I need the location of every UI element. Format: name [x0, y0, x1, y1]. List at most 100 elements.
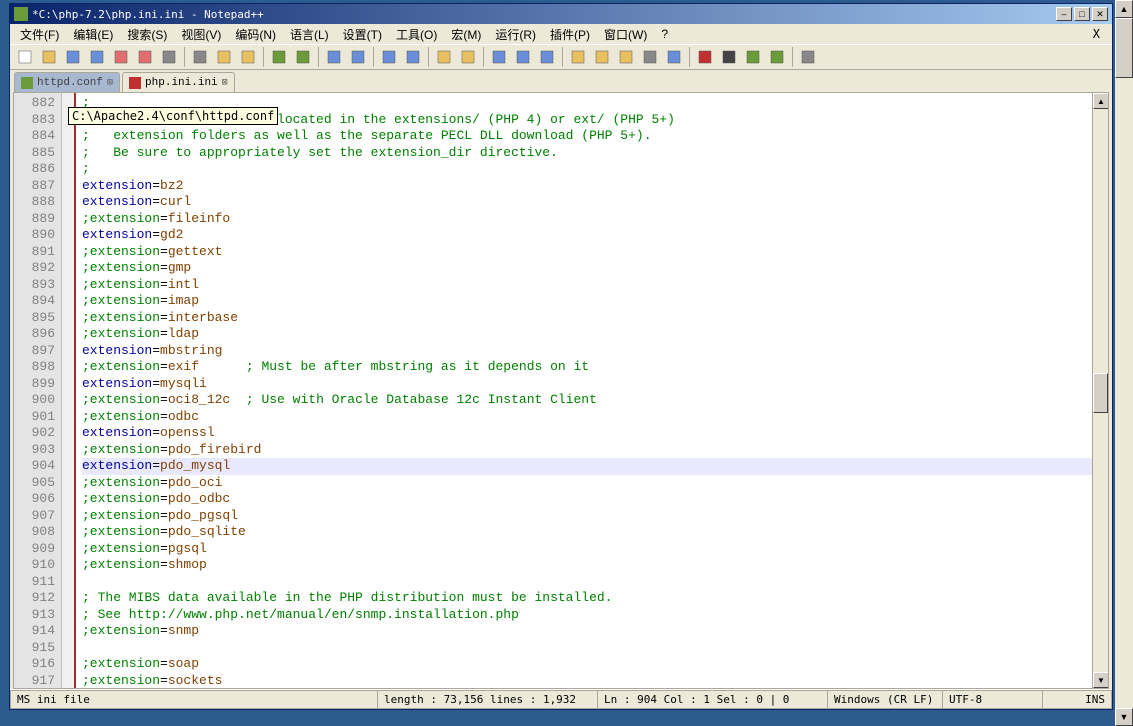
redo-button[interactable] — [292, 46, 314, 68]
code-line[interactable]: ;extension=pdo_oci — [82, 475, 1102, 492]
code-line[interactable]: ;extension=snmp — [82, 623, 1102, 640]
code-line[interactable]: extension=mysqli — [82, 376, 1102, 393]
line-number[interactable]: 917 — [14, 673, 61, 690]
line-number[interactable]: 913 — [14, 607, 61, 624]
stop-button[interactable] — [718, 46, 740, 68]
code-line[interactable]: ; extension folders as well as the separ… — [82, 128, 1102, 145]
code-line[interactable]: extension=bz2 — [82, 178, 1102, 195]
replace-button[interactable] — [347, 46, 369, 68]
paste-button[interactable] — [237, 46, 259, 68]
code-line[interactable]: ;extension=sockets — [82, 673, 1102, 690]
line-number[interactable]: 901 — [14, 409, 61, 426]
code-line[interactable]: ; — [82, 161, 1102, 178]
code-line[interactable]: ;extension=odbc — [82, 409, 1102, 426]
menu-edit[interactable]: 编辑(E) — [67, 24, 119, 45]
maximize-button[interactable]: □ — [1074, 7, 1090, 21]
line-number[interactable]: 888 — [14, 194, 61, 211]
line-number[interactable]: 890 — [14, 227, 61, 244]
line-number[interactable]: 889 — [14, 211, 61, 228]
line-number-gutter[interactable]: 8828838848858868878888898908918928938948… — [14, 93, 62, 688]
code-line[interactable] — [82, 640, 1102, 657]
sync-h-button[interactable] — [457, 46, 479, 68]
code-line[interactable]: ;extension=soap — [82, 656, 1102, 673]
menu-view[interactable]: 视图(V) — [175, 24, 227, 45]
code-line[interactable]: extension=pdo_mysql — [82, 458, 1102, 475]
menu-language[interactable]: 语言(L) — [284, 24, 335, 45]
tab-close-icon[interactable]: ⊠ — [222, 77, 228, 89]
code-editor[interactable]: ; re located in the extensions/ (PHP 4) … — [76, 93, 1108, 688]
code-line[interactable]: ;extension=fileinfo — [82, 211, 1102, 228]
open-button[interactable] — [38, 46, 60, 68]
find-button[interactable] — [323, 46, 345, 68]
line-number[interactable]: 893 — [14, 277, 61, 294]
menu-plugins[interactable]: 插件(P) — [544, 24, 596, 45]
undo-button[interactable] — [268, 46, 290, 68]
line-number[interactable]: 915 — [14, 640, 61, 657]
status-ins[interactable]: INS — [1043, 690, 1112, 709]
line-number[interactable]: 912 — [14, 590, 61, 607]
zoom-in-button[interactable] — [378, 46, 400, 68]
code-line[interactable]: ;extension=ldap — [82, 326, 1102, 343]
scroll-up-button[interactable]: ▲ — [1093, 93, 1109, 109]
code-line[interactable]: extension=gd2 — [82, 227, 1102, 244]
line-number[interactable]: 899 — [14, 376, 61, 393]
code-line[interactable]: extension=openssl — [82, 425, 1102, 442]
code-line[interactable]: ;extension=pdo_sqlite — [82, 524, 1102, 541]
menu-window[interactable]: 窗口(W) — [598, 24, 653, 45]
wrap-button[interactable] — [488, 46, 510, 68]
line-number[interactable]: 907 — [14, 508, 61, 525]
code-line[interactable]: ;extension=intl — [82, 277, 1102, 294]
code-line[interactable] — [82, 574, 1102, 591]
menu-settings[interactable]: 设置(T) — [337, 24, 388, 45]
line-number[interactable]: 883 — [14, 112, 61, 129]
minimize-button[interactable]: – — [1056, 7, 1072, 21]
line-number[interactable]: 910 — [14, 557, 61, 574]
menu-run[interactable]: 运行(R) — [489, 24, 542, 45]
print-button[interactable] — [158, 46, 180, 68]
code-line[interactable]: ;extension=pdo_firebird — [82, 442, 1102, 459]
menu-help[interactable]: ? — [655, 25, 674, 43]
menu-tools[interactable]: 工具(O) — [390, 24, 443, 45]
code-line[interactable]: ;extension=gmp — [82, 260, 1102, 277]
code-line[interactable]: ;extension=oci8_12c ; Use with Oracle Da… — [82, 392, 1102, 409]
scroll-down-button[interactable]: ▼ — [1093, 672, 1109, 688]
line-number[interactable]: 906 — [14, 491, 61, 508]
desktop-scroll-up[interactable]: ▲ — [1115, 0, 1133, 18]
fold-margin[interactable] — [62, 93, 76, 688]
code-line[interactable]: ;extension=pgsql — [82, 541, 1102, 558]
code-line[interactable]: extension=curl — [82, 194, 1102, 211]
line-number[interactable]: 882 — [14, 95, 61, 112]
line-number[interactable]: 911 — [14, 574, 61, 591]
line-number[interactable]: 886 — [14, 161, 61, 178]
code-line[interactable]: ;extension=shmop — [82, 557, 1102, 574]
collapse-button[interactable] — [615, 46, 637, 68]
desktop-scroll-down[interactable]: ▼ — [1115, 708, 1133, 726]
save-button[interactable] — [62, 46, 84, 68]
line-number[interactable]: 909 — [14, 541, 61, 558]
line-number[interactable]: 898 — [14, 359, 61, 376]
line-number[interactable]: 903 — [14, 442, 61, 459]
code-line[interactable]: ; See http://www.php.net/manual/en/snmp.… — [82, 607, 1102, 624]
line-number[interactable]: 897 — [14, 343, 61, 360]
func-list-button[interactable] — [663, 46, 685, 68]
save-all-button[interactable] — [86, 46, 108, 68]
line-number[interactable]: 891 — [14, 244, 61, 261]
titlebar[interactable]: *C:\php-7.2\php.ini.ini - Notepad++ – □ … — [10, 4, 1112, 24]
menu-encoding[interactable]: 编码(N) — [229, 24, 282, 45]
line-number[interactable]: 902 — [14, 425, 61, 442]
code-line[interactable]: ;extension=pdo_pgsql — [82, 508, 1102, 525]
record-button[interactable] — [694, 46, 716, 68]
line-number[interactable]: 900 — [14, 392, 61, 409]
line-number[interactable]: 896 — [14, 326, 61, 343]
line-number[interactable]: 895 — [14, 310, 61, 327]
tab-httpd-conf[interactable]: httpd.conf ⊠ — [14, 72, 120, 92]
line-number[interactable]: 887 — [14, 178, 61, 195]
indent-button[interactable] — [536, 46, 558, 68]
code-line[interactable]: ;extension=gettext — [82, 244, 1102, 261]
line-number[interactable]: 894 — [14, 293, 61, 310]
line-number[interactable]: 905 — [14, 475, 61, 492]
sync-v-button[interactable] — [433, 46, 455, 68]
cut-button[interactable] — [189, 46, 211, 68]
code-line[interactable]: ;extension=imap — [82, 293, 1102, 310]
line-number[interactable]: 908 — [14, 524, 61, 541]
